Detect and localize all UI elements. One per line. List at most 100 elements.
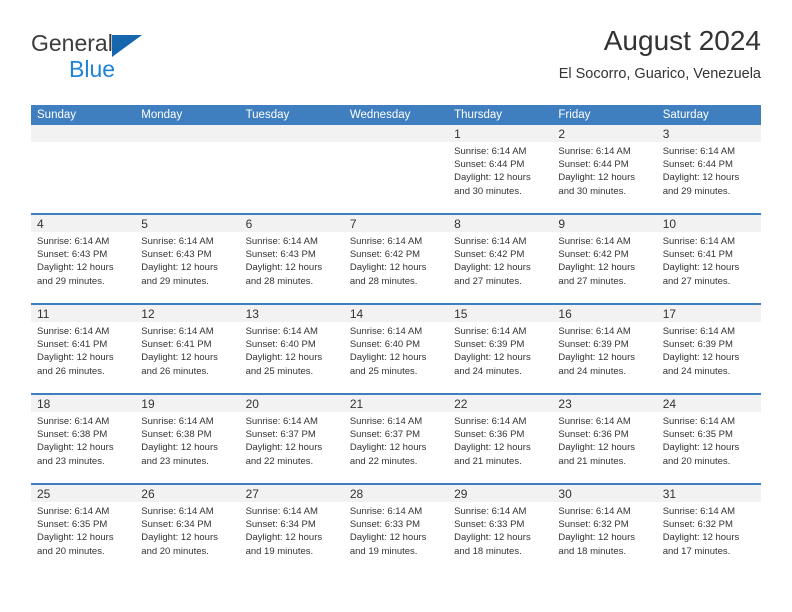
day-cell-4[interactable]: 4 Sunrise: 6:14 AM Sunset: 6:43 PM Daylight… [31,215,136,303]
sunset-text: Sunset: 6:33 PM [349,519,421,531]
day-cell-23[interactable]: 23 Sunrise: 6:14 AM Sunset: 6:36 PM Dayligh… [552,395,657,483]
day-number-band [343,125,449,142]
day-cell-20[interactable]: 20 Sunrise: 6:14 AM Sunset: 6:37 PM Dayligh… [239,395,344,483]
calendar-week-row: 25 Sunrise: 6:14 AM Sunset: 6:35 PM Dayligh… [31,483,761,573]
day-details: Sunrise: 6:14 AM Sunset: 6:35 PM Daylight:… [657,412,761,468]
day-number-band: 9 [552,215,657,232]
day-cell-11[interactable]: 11 Sunrise: 6:14 AM Sunset: 6:41 PM Dayligh… [31,305,136,393]
sunset-text: Sunset: 6:37 PM [349,429,421,441]
weekday-header-sunday: Sunday [37,109,77,121]
day-cell-9[interactable]: 9 Sunrise: 6:14 AM Sunset: 6:42 PM Daylight… [552,215,657,303]
day-details: Sunrise: 6:14 AM Sunset: 6:34 PM Daylight:… [135,502,239,558]
day-number-band: 10 [656,215,761,232]
day-cell-24[interactable]: 24 Sunrise: 6:14 AM Sunset: 6:35 PM Dayligh… [656,395,761,483]
day-details: Sunrise: 6:14 AM Sunset: 6:32 PM Daylight:… [552,502,656,558]
day-details [135,142,239,145]
day-number: 31 [662,487,677,501]
day-cell-18[interactable]: 18 Sunrise: 6:14 AM Sunset: 6:38 PM Dayligh… [31,395,136,483]
daylight-text-line2: and 19 minutes. [245,545,314,557]
sunrise-text: Sunrise: 6:14 AM [454,326,527,337]
daylight-text-line2: and 30 minutes. [454,185,522,197]
day-details: Sunrise: 6:14 AM Sunset: 6:42 PM Daylight:… [552,232,656,288]
day-number: 13 [245,307,259,321]
day-cell-empty [239,125,344,213]
daylight-text-line2: and 29 minutes. [662,185,731,197]
daylight-text-line2: and 18 minutes. [558,545,627,557]
day-details: Sunrise: 6:14 AM Sunset: 6:44 PM Daylight:… [448,142,552,198]
sunset-text: Sunset: 6:42 PM [349,249,421,261]
day-cell-16[interactable]: 16 Sunrise: 6:14 AM Sunset: 6:39 PM Dayligh… [552,305,657,393]
day-cell-6[interactable]: 6 Sunrise: 6:14 AM Sunset: 6:43 PM Daylight… [239,215,344,303]
day-cell-25[interactable]: 25 Sunrise: 6:14 AM Sunset: 6:35 PM Dayligh… [31,485,136,573]
sunrise-text: Sunrise: 6:14 AM [349,416,423,427]
sunrise-text: Sunrise: 6:14 AM [141,326,214,337]
daylight-text-line1: Daylight: 12 hours [662,262,740,274]
day-cell-17[interactable]: 17 Sunrise: 6:14 AM Sunset: 6:39 PM Dayligh… [656,305,761,393]
day-cell-26[interactable]: 26 Sunrise: 6:14 AM Sunset: 6:34 PM Dayligh… [135,485,240,573]
day-cell-29[interactable]: 29 Sunrise: 6:14 AM Sunset: 6:33 PM Dayligh… [448,485,553,573]
day-cell-2[interactable]: 2 Sunrise: 6:14 AM Sunset: 6:44 PM Daylight… [552,125,657,213]
calendar-grid: Sunday Monday Tuesday Wednesday Thursday Frid… [31,105,761,573]
sunset-text: Sunset: 6:39 PM [454,339,525,351]
sunset-text: Sunset: 6:39 PM [662,339,733,351]
daylight-text-line2: and 19 minutes. [349,545,418,557]
daylight-text-line1: Daylight: 12 hours [141,352,218,364]
day-cell-13[interactable]: 13 Sunrise: 6:14 AM Sunset: 6:40 PM Dayligh… [239,305,344,393]
day-cell-22[interactable]: 22 Sunrise: 6:14 AM Sunset: 6:36 PM Dayligh… [448,395,553,483]
page-subtitle: El Socorro, Guarico, Venezuela [558,66,761,82]
sunset-text: Sunset: 6:40 PM [349,339,421,351]
sunset-text: Sunset: 6:41 PM [141,339,212,351]
day-cell-31[interactable]: 31 Sunrise: 6:14 AM Sunset: 6:32 PM Dayligh… [656,485,761,573]
day-number-band: 11 [31,305,136,322]
day-cell-27[interactable]: 27 Sunrise: 6:14 AM Sunset: 6:34 PM Dayligh… [239,485,344,573]
day-cell-3[interactable]: 3 Sunrise: 6:14 AM Sunset: 6:44 PM Daylight… [656,125,761,213]
day-number: 7 [349,217,357,231]
day-details: Sunrise: 6:14 AM Sunset: 6:39 PM Daylight:… [552,322,656,378]
daylight-text-line1: Daylight: 12 hours [37,532,114,544]
daylight-text-line1: Daylight: 12 hours [349,262,427,274]
daylight-text-line2: and 23 minutes. [141,455,209,467]
day-details: Sunrise: 6:14 AM Sunset: 6:33 PM Daylight:… [448,502,552,558]
generalblue-logo[interactable]: General Blue [31,30,261,90]
day-details: Sunrise: 6:14 AM Sunset: 6:34 PM Daylight:… [240,502,344,558]
day-cell-5[interactable]: 5 Sunrise: 6:14 AM Sunset: 6:43 PM Daylight… [135,215,240,303]
day-cell-21[interactable]: 21 Sunrise: 6:14 AM Sunset: 6:37 PM Dayligh… [343,395,449,483]
sunrise-text: Sunrise: 6:14 AM [662,506,736,517]
day-number-band: 31 [656,485,761,502]
sunset-text: Sunset: 6:44 PM [662,159,733,171]
day-cell-7[interactable]: 7 Sunrise: 6:14 AM Sunset: 6:42 PM Daylight… [343,215,449,303]
daylight-text-line1: Daylight: 12 hours [37,442,114,454]
daylight-text-line1: Daylight: 12 hours [454,172,531,184]
day-cell-8[interactable]: 8 Sunrise: 6:14 AM Sunset: 6:42 PM Daylight… [448,215,553,303]
day-number: 26 [141,487,155,501]
day-cell-28[interactable]: 28 Sunrise: 6:14 AM Sunset: 6:33 PM Dayligh… [343,485,449,573]
day-cell-1[interactable]: 1 Sunrise: 6:14 AM Sunset: 6:44 PM Daylight… [448,125,553,213]
daylight-text-line1: Daylight: 12 hours [141,532,218,544]
sunset-text: Sunset: 6:43 PM [141,249,212,261]
daylight-text-line1: Daylight: 12 hours [245,532,323,544]
day-cell-10[interactable]: 10 Sunrise: 6:14 AM Sunset: 6:41 PM Dayligh… [656,215,761,303]
day-number-band: 20 [239,395,344,412]
day-details: Sunrise: 6:14 AM Sunset: 6:43 PM Daylight:… [31,232,135,288]
day-details: Sunrise: 6:14 AM Sunset: 6:38 PM Daylight:… [31,412,135,468]
day-cell-30[interactable]: 30 Sunrise: 6:14 AM Sunset: 6:32 PM Dayligh… [552,485,657,573]
weekday-header-tuesday: Tuesday [245,109,290,121]
day-number-band: 30 [552,485,657,502]
calendar-week-row: 18 Sunrise: 6:14 AM Sunset: 6:38 PM Dayligh… [31,393,761,483]
day-cell-14[interactable]: 14 Sunrise: 6:14 AM Sunset: 6:40 PM Dayligh… [343,305,449,393]
daylight-text-line2: and 20 minutes. [37,545,105,557]
weekday-header-row: Sunday Monday Tuesday Wednesday Thursday Frid… [31,105,761,125]
day-number: 16 [558,307,572,321]
day-details: Sunrise: 6:14 AM Sunset: 6:44 PM Daylight:… [657,142,761,198]
day-cell-12[interactable]: 12 Sunrise: 6:14 AM Sunset: 6:41 PM Dayligh… [135,305,240,393]
daylight-text-line1: Daylight: 12 hours [454,442,531,454]
daylight-text-line2: and 21 minutes. [558,455,627,467]
day-number: 23 [558,397,572,411]
day-number-band: 26 [135,485,240,502]
daylight-text-line1: Daylight: 12 hours [558,262,635,274]
weekday-header-monday: Monday [141,109,183,121]
day-cell-15[interactable]: 15 Sunrise: 6:14 AM Sunset: 6:39 PM Dayligh… [448,305,553,393]
daylight-text-line2: and 23 minutes. [37,455,105,467]
day-details: Sunrise: 6:14 AM Sunset: 6:41 PM Daylight:… [31,322,135,378]
day-cell-19[interactable]: 19 Sunrise: 6:14 AM Sunset: 6:38 PM Dayligh… [135,395,240,483]
